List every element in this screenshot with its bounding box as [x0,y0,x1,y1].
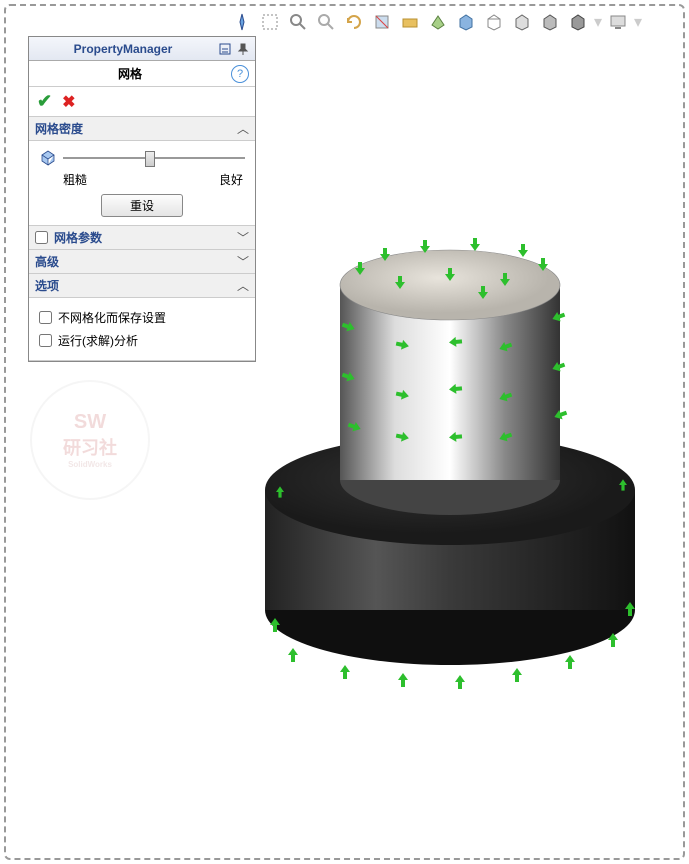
slider-thumb[interactable] [145,151,155,167]
section-body-options: 不网格化而保存设置 运行(求解)分析 [29,298,255,361]
wireframe-icon[interactable] [482,10,506,34]
save-settings-checkbox[interactable] [39,311,52,324]
section-body-density: 粗糙 良好 重设 [29,141,255,226]
rotate-icon[interactable] [342,10,366,34]
mesh-params-checkbox[interactable] [35,231,48,244]
toolbar-separator: ▾ [594,12,602,32]
option-label: 不网格化而保存设置 [58,309,166,326]
hlv-icon[interactable] [538,10,562,34]
shaded-icon[interactable] [454,10,478,34]
help-icon[interactable]: ? [231,65,249,83]
view-toolbar: ▾ ▾ [230,8,679,36]
panel-subtitle: 网格 [29,65,231,82]
section-label: 选项 [35,277,237,294]
hlr-icon[interactable] [510,10,534,34]
fine-label: 良好 [219,171,243,188]
section-label: 网格密度 [35,120,237,137]
coarse-label: 粗糙 [63,171,87,188]
toolbar-dropdown[interactable]: ▾ [634,12,642,32]
pin-icon[interactable] [235,41,251,57]
panel-subtitle-row: 网格 ? [29,61,255,87]
run-analysis-checkbox[interactable] [39,334,52,347]
panel-title: PropertyManager [29,42,217,56]
zoom-icon[interactable] [314,10,338,34]
section-header-density[interactable]: 网格密度 ︿ [29,117,255,141]
reset-button[interactable]: 重设 [101,194,183,217]
compass-icon[interactable] [230,10,254,34]
property-manager-panel: PropertyManager 网格 ? ✔ ✖ 网格密度 ︿ 粗糙 良好 重设 [28,36,256,362]
part-model [250,220,650,680]
appearance-icon[interactable] [398,10,422,34]
chevron-up-icon: ︿ [237,277,249,294]
density-slider[interactable] [63,149,245,167]
watermark-line2: 研习社 [63,434,117,460]
section-header-params[interactable]: 网格参数 ﹀ [29,226,255,250]
watermark-line3: SolidWorks [68,460,112,469]
section-icon[interactable] [370,10,394,34]
section-header-advanced[interactable]: 高级 ﹀ [29,250,255,274]
section-label: 网格参数 [54,229,237,246]
confirm-row: ✔ ✖ [29,87,255,117]
section-label: 高级 [35,253,237,270]
zoom-fit-icon[interactable] [286,10,310,34]
chevron-down-icon: ﹀ [237,229,249,246]
option-label: 运行(求解)分析 [58,332,138,349]
option-row-1: 不网格化而保存设置 [39,306,245,329]
ok-button[interactable]: ✔ [37,91,52,112]
option-row-2: 运行(求解)分析 [39,329,245,352]
monitor-icon[interactable] [606,10,630,34]
perspective-icon[interactable] [566,10,590,34]
select-box-icon[interactable] [258,10,282,34]
panel-titlebar: PropertyManager [29,37,255,61]
mesh-icon [39,149,57,167]
chevron-down-icon: ﹀ [237,253,249,270]
cancel-button[interactable]: ✖ [62,92,75,112]
keep-visible-icon[interactable] [217,41,233,57]
watermark: SW 研习社 SolidWorks [30,380,150,500]
watermark-line1: SW [74,411,106,434]
display-style-icon[interactable] [426,10,450,34]
section-header-options[interactable]: 选项 ︿ [29,274,255,298]
chevron-up-icon: ︿ [237,120,249,137]
